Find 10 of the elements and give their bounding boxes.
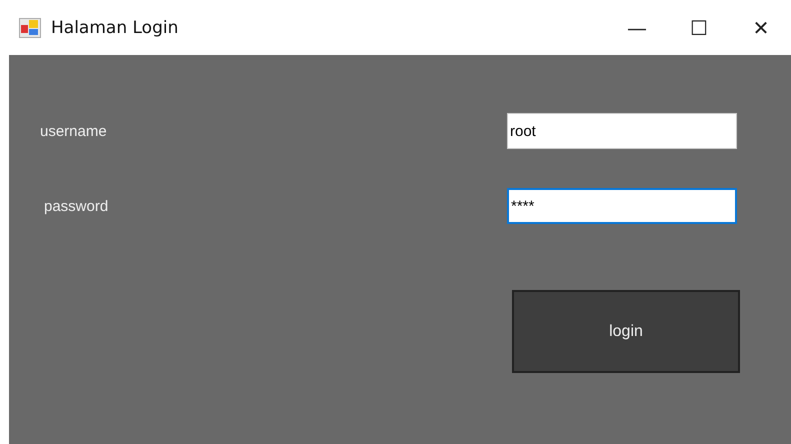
input-field[interactable]: root	[507, 113, 737, 149]
window-title: Halaman Login	[51, 18, 178, 38]
field-label: username	[40, 122, 107, 140]
app-icon	[19, 18, 41, 38]
maximize-button[interactable]: ☐	[669, 8, 729, 48]
login-button[interactable]: login	[512, 290, 740, 373]
close-button[interactable]: ✕	[731, 8, 791, 48]
minimize-button[interactable]: —	[607, 8, 667, 48]
input-field[interactable]: ****	[507, 188, 737, 224]
field-label: password	[44, 198, 108, 214]
